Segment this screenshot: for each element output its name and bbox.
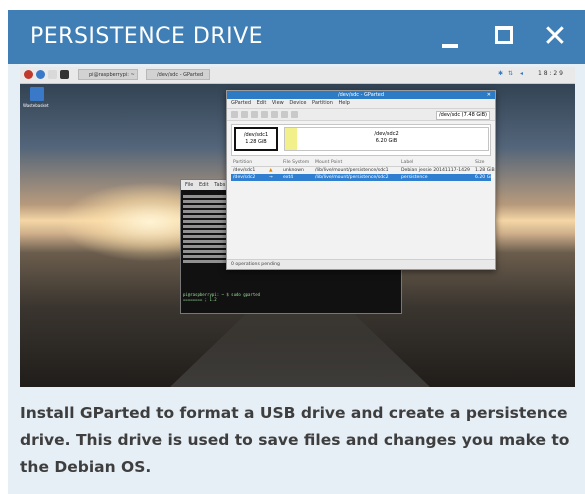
- col-mountpoint: Mount Point: [315, 160, 343, 165]
- close-icon: ✕: [542, 19, 568, 54]
- col-partition: Partition: [233, 160, 253, 165]
- taskbar-item-gparted: /dev/sdc - GParted: [146, 69, 210, 80]
- window-title: PERSISTENCE DRIVE: [30, 24, 264, 49]
- network-icon: ⇅: [508, 70, 514, 77]
- maximize-icon: [495, 26, 513, 44]
- browser-icon: [36, 70, 45, 79]
- taskbar-item-terminal: pi@raspberrypi: ~: [78, 69, 138, 80]
- bluetooth-icon: ✱: [498, 70, 504, 77]
- minimize-button[interactable]: [434, 20, 468, 54]
- gparted-close-icon: ✕: [486, 92, 491, 98]
- delete-partition-icon: [241, 111, 248, 118]
- terminal-launcher-icon: [60, 70, 69, 79]
- gparted-menu-device: Device: [289, 100, 307, 106]
- terminal-menu-file: File: [185, 182, 194, 188]
- clock: 1 8 : 2 9: [538, 70, 563, 77]
- desktop-taskbar: pi@raspberrypi: ~ /dev/sdc - GParted ✱ ⇅…: [20, 67, 575, 84]
- minimize-icon: [442, 44, 458, 48]
- device-selector: /dev/sdc (7.48 GiB): [435, 111, 490, 120]
- file-manager-icon: [48, 70, 57, 79]
- partition-map: /dev/sdc1 1.28 GiB /dev/sdc2 6.20 GiB: [231, 124, 491, 156]
- table-row: /dev/sdc1 ▲ unknown /lib/live/mount/pers…: [233, 168, 495, 173]
- gparted-menu-edit: Edit: [256, 100, 267, 106]
- partition-block-1: /dev/sdc1 1.28 GiB: [234, 127, 278, 151]
- operations-status: 0 operations pending: [227, 259, 495, 269]
- gparted-menu-partition: Partition: [312, 100, 333, 106]
- partition-table: Partition File System Mount Point Label …: [231, 159, 495, 181]
- gparted-menu-view: View: [271, 100, 284, 106]
- col-filesystem: File System: [283, 160, 310, 165]
- gparted-menu-gparted: GParted: [231, 100, 251, 106]
- col-label: Label: [401, 160, 414, 165]
- volume-icon: ◂: [520, 70, 524, 77]
- gparted-toolbar: /dev/sdc (7.48 GiB): [227, 109, 495, 121]
- close-button[interactable]: ✕: [538, 20, 572, 54]
- trash-icon: [30, 87, 44, 101]
- maximize-button[interactable]: [489, 20, 523, 54]
- gparted-menu-help: Help: [338, 100, 350, 106]
- trash-label: Wastebasket: [23, 103, 49, 108]
- copy-icon: [261, 111, 268, 118]
- window-titlebar[interactable]: PERSISTENCE DRIVE ✕: [8, 10, 585, 64]
- screenshot-image: pi@raspberrypi: ~ /dev/sdc - GParted ✱ ⇅…: [20, 67, 575, 387]
- terminal-menu-tabs: Tabs: [214, 182, 226, 188]
- gparted-titlebar: /dev/sdc - GParted ✕: [227, 91, 495, 99]
- key-icon: →: [269, 175, 273, 180]
- warning-icon: ▲: [269, 168, 273, 173]
- gparted-window: /dev/sdc - GParted ✕ GParted Edit View D…: [226, 90, 496, 270]
- resize-icon: [251, 111, 258, 118]
- raspberry-menu-icon: [24, 70, 33, 79]
- partition-table-header: Partition File System Mount Point Label …: [231, 159, 491, 167]
- gparted-title: /dev/sdc - GParted: [337, 92, 385, 98]
- caption-text: Install GParted to format a USB drive an…: [20, 404, 570, 476]
- new-partition-icon: [231, 111, 238, 118]
- terminal-prompt: pi@raspberrypi: ~ $ sudo gparted =======…: [183, 292, 261, 302]
- gparted-menubar: GParted Edit View Device Partition Help: [227, 99, 495, 109]
- paste-icon: [271, 111, 278, 118]
- table-row-selected: /dev/sdc2 → ext4 /lib/live/mount/persist…: [231, 174, 495, 181]
- col-size: Size: [475, 160, 485, 165]
- partition-block-2: /dev/sdc2 6.20 GiB: [284, 127, 489, 151]
- terminal-menu-edit: Edit: [198, 182, 209, 188]
- apply-icon: [291, 111, 298, 118]
- window-frame: PERSISTENCE DRIVE ✕ pi@raspberrypi: ~ /d…: [8, 10, 585, 494]
- undo-icon: [281, 111, 288, 118]
